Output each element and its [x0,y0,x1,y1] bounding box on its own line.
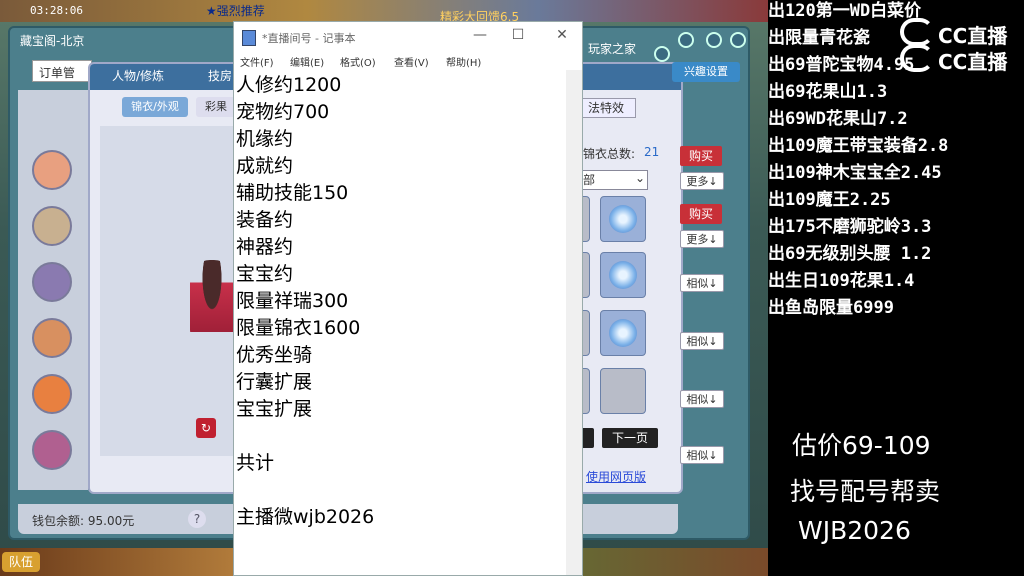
sell-line: 出109魔王2.25 [768,190,891,210]
text-line: 宝宝扩展 [236,398,313,420]
similar-button[interactable]: 相似↓ [680,332,724,350]
total-fashion-label: 锦衣总数: [583,147,636,161]
minimize-button[interactable]: — [470,27,490,47]
sell-line: 出69WD花果山7.2 [768,109,908,129]
sell-line: 出120第一WD白菜价 [768,1,922,21]
sell-line: 出109魔王带宝装备2.8 [768,136,949,156]
text-line: 限量祥瑞300 [236,290,349,312]
tab-character-training[interactable]: 人物/修炼 [112,67,164,84]
tab-skill-room[interactable]: 技房 [208,67,232,84]
avatar-4[interactable] [32,318,72,358]
item-icon [609,205,637,233]
character-sprite [190,260,234,350]
cc-logo-text: CC直播 [938,24,1008,48]
sell-line: 出限量青花瓷 [768,28,870,48]
text-line: 宠物约700 [236,101,330,123]
sell-line: 出69花果山1.3 [768,82,888,102]
sell-line: 出生日109花果1.4 [768,271,915,291]
menu-format[interactable]: 格式(O) [340,54,376,69]
game-top-bar [0,0,768,22]
text-line: 共计 [236,452,275,474]
menu-file[interactable]: 文件(F) [240,54,274,69]
avatar-2[interactable] [32,206,72,246]
text-line: 神器约 [236,236,294,258]
maximize-button[interactable]: ☐ [508,27,528,47]
sell-line: 出鱼岛限量6999 [768,298,894,318]
similar-button[interactable]: 相似↓ [680,446,724,464]
menu-view[interactable]: 查看(V) [394,54,429,69]
notepad-scrollbar[interactable] [566,70,582,575]
category-dropdown-value: 部 [583,173,596,187]
item-slot[interactable] [600,252,646,298]
web-version-link[interactable]: 使用网页版 [586,468,646,485]
subtab-effect[interactable]: 彩果 [196,97,236,117]
game-clock: 03:28:06 [30,4,83,17]
menu-help[interactable]: 帮助(H) [446,54,481,69]
item-slot[interactable] [600,196,646,242]
sell-line: 出175不磨狮驼岭3.3 [768,217,932,237]
text-line: 优秀坐骑 [236,344,313,366]
gear-icon[interactable] [706,32,722,48]
category-dropdown[interactable]: 部 ⌄ [580,170,648,190]
notepad-window: *直播间号 - 记事本 — ☐ ✕ 文件(F) 编辑(E) 格式(O) 查看(V… [233,21,583,576]
top-notice[interactable]: ★强烈推荐 [206,2,265,19]
avatar-5[interactable] [32,374,72,414]
close-icon[interactable] [730,32,746,48]
menu-edit[interactable]: 编辑(E) [290,54,324,69]
next-page-button[interactable]: 下一页 [602,428,658,448]
similar-button[interactable]: 相似↓ [680,390,724,408]
text-line: 机缘约 [236,128,294,150]
cc-logo-text: CC直播 [938,50,1008,74]
wallet-balance: 钱包余额: 95.00元 [32,514,135,528]
spell-effect-tab[interactable]: 法特效 [576,98,636,118]
buy-button[interactable]: 购买 [680,204,722,224]
promo-line: WJB2026 [798,516,911,545]
shop-title: 藏宝阁-北京 [20,34,85,48]
cc-logo-icon [900,44,934,72]
promo-line: 找号配号帮卖 [790,477,941,506]
notepad-icon [242,30,256,46]
sell-line: 出69无级别头腰 1.2 [768,244,932,264]
similar-button[interactable]: 相似↓ [680,274,724,292]
avatar-1[interactable] [32,150,72,190]
info-icon[interactable] [654,46,670,62]
notepad-title: *直播间号 - 记事本 [262,32,356,45]
promo-line: 估价69-109 [792,431,931,460]
text-line: 装备约 [236,209,294,231]
subtab-fashion[interactable]: 锦衣/外观 [122,97,188,117]
text-line: 辅助技能150 [236,182,349,204]
item-icon [609,319,637,347]
text-line: 宝宝约 [236,263,294,285]
team-button[interactable]: 队伍 [2,552,40,572]
sell-line: 出109神木宝宝全2.45 [768,163,942,183]
avatar-6[interactable] [32,430,72,470]
text-line: 主播微wjb2026 [236,506,375,528]
sell-line: 出69普陀宝物4.95 [768,55,915,75]
item-slot[interactable] [600,310,646,356]
avatar-3[interactable] [32,262,72,302]
order-management-tab[interactable]: 订单管 [32,60,92,82]
text-line: 人修约1200 [236,74,342,96]
more-button[interactable]: 更多↓ [680,230,724,248]
total-fashion-count: 21 [644,145,660,159]
text-line: 行囊扩展 [236,371,313,393]
item-icon [609,261,637,289]
item-slot[interactable] [600,368,646,414]
player-home-label[interactable]: 玩家之家 [588,40,636,57]
settings-icon[interactable] [678,32,694,48]
cc-logo-icon [900,18,934,46]
rotate-icon[interactable]: ↻ [196,418,216,438]
more-button[interactable]: 更多↓ [680,172,724,190]
text-line: 成就约 [236,155,294,177]
text-line: 限量锦衣1600 [236,317,361,339]
notepad-text-area[interactable]: 人修约1200 宠物约700 机缘约 成就约 辅助技能150 装备约 神器约 宝… [236,72,566,572]
interest-settings-button[interactable]: 兴趣设置 [672,62,740,82]
notepad-menubar: 文件(F) 编辑(E) 格式(O) 查看(V) 帮助(H) [234,52,582,70]
close-button[interactable]: ✕ [552,27,572,47]
buy-button[interactable]: 购买 [680,146,722,166]
notepad-titlebar[interactable]: *直播间号 - 记事本 — ☐ ✕ [234,22,582,52]
help-icon[interactable]: ? [188,510,206,528]
chevron-down-icon: ⌄ [634,171,645,185]
